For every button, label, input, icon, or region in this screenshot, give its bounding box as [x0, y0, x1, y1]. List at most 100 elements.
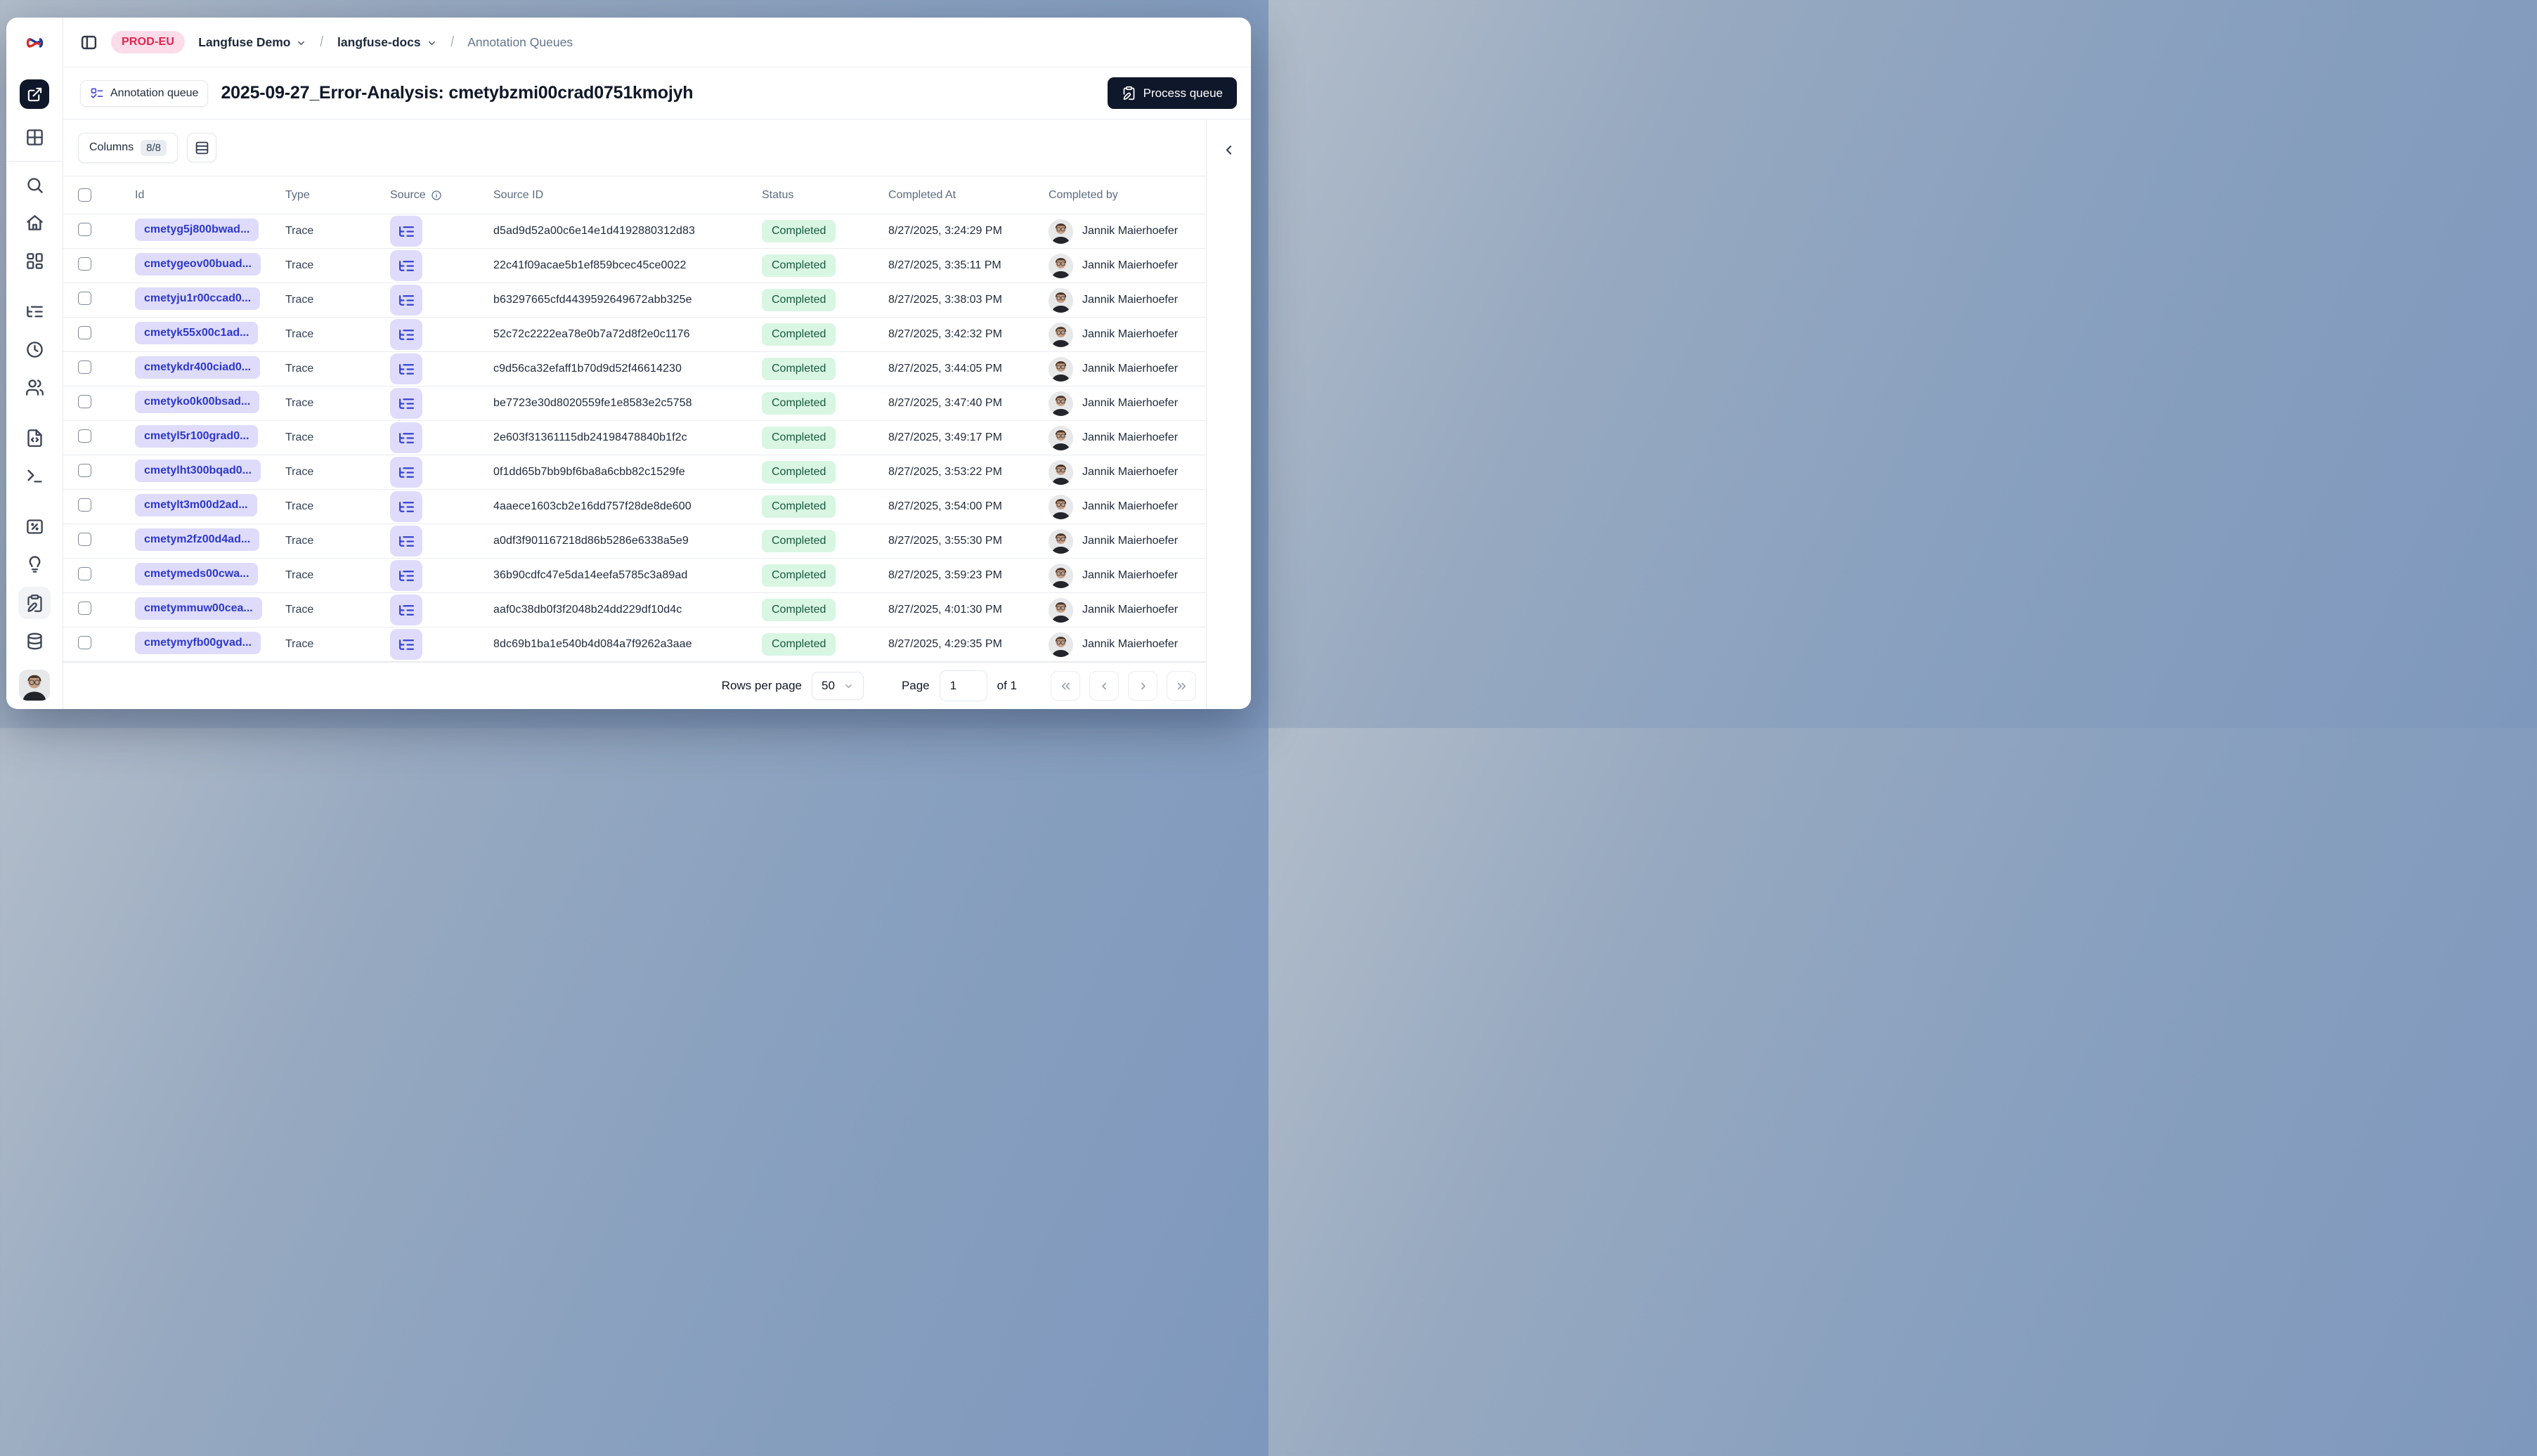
- table-row[interactable]: cmetygeov00buad... Trace 22c41f09acae5b1…: [63, 249, 1206, 283]
- row-source-link[interactable]: [390, 560, 422, 591]
- sidebar-item-evaluation[interactable]: [25, 517, 44, 536]
- column-header-status[interactable]: Status: [762, 189, 888, 202]
- table-row[interactable]: cmetyg5j800bwad... Trace d5ad9d52a00c6e1…: [63, 214, 1206, 249]
- breadcrumb-separator: /: [450, 34, 454, 50]
- row-source-link[interactable]: [390, 285, 422, 316]
- avatar-image: [1049, 288, 1073, 313]
- process-queue-button[interactable]: Process queue: [1107, 77, 1237, 109]
- avatar: [1049, 494, 1073, 519]
- row-source-link[interactable]: [390, 250, 422, 281]
- row-height-button[interactable]: [187, 133, 216, 162]
- avatar-image: [19, 670, 50, 701]
- table-row[interactable]: cmetylt3m00d2ad... Trace 4aaece1603cb2e1…: [63, 490, 1206, 524]
- row-source-id: 0f1dd65b7bb9bf6ba8a6cbb82c1529fe: [493, 466, 685, 478]
- table-row[interactable]: cmetykdr400ciad0... Trace c9d56ca32efaff…: [63, 352, 1206, 386]
- row-id-link[interactable]: cmetylt3m00d2ad...: [135, 493, 257, 516]
- rows-per-page-select[interactable]: 50: [812, 672, 864, 700]
- row-id-link[interactable]: cmetymyfb00gvad...: [135, 631, 261, 654]
- sidebar-item-users[interactable]: [25, 378, 44, 397]
- sidebar-item-prompts[interactable]: [25, 429, 44, 448]
- sidebar-item-datasets[interactable]: [25, 632, 44, 651]
- table-row[interactable]: cmetymyfb00gvad... Trace 8dc69b1ba1e540b…: [63, 628, 1206, 662]
- row-source-link[interactable]: [390, 388, 422, 419]
- row-id-link[interactable]: cmetyko0k00bsad...: [135, 390, 260, 413]
- row-source-link[interactable]: [390, 319, 422, 350]
- previous-page-button[interactable]: [1089, 671, 1119, 701]
- column-header-id[interactable]: Id: [135, 189, 285, 202]
- select-all-checkbox[interactable]: [78, 188, 91, 202]
- next-page-button[interactable]: [1128, 671, 1157, 701]
- row-checkbox[interactable]: [78, 429, 91, 443]
- row-checkbox[interactable]: [78, 464, 91, 477]
- row-source-link[interactable]: [390, 594, 422, 625]
- columns-button[interactable]: Columns 8/8: [78, 132, 178, 163]
- row-source-id: aaf0c38db0f3f2048b24dd229df10d4c: [493, 604, 682, 616]
- row-source-link[interactable]: [390, 491, 422, 522]
- page-number-input[interactable]: [939, 670, 987, 701]
- row-source-link[interactable]: [390, 216, 422, 247]
- table-row[interactable]: cmetyk55x00c1ad... Trace 52c72c2222ea78e…: [63, 318, 1206, 352]
- row-checkbox[interactable]: [78, 257, 91, 271]
- row-checkbox[interactable]: [78, 636, 91, 649]
- row-id-link[interactable]: cmetym2fz00d4ad...: [135, 528, 260, 551]
- collapse-panel-button[interactable]: [1217, 138, 1241, 162]
- row-type: Trace: [285, 328, 314, 340]
- sidebar-item-dashboards[interactable]: [25, 252, 44, 271]
- row-completed-by: Jannik Maierhoefer: [1082, 535, 1179, 547]
- column-header-source-id[interactable]: Source ID: [493, 189, 762, 202]
- row-checkbox[interactable]: [78, 326, 91, 339]
- sidebar-item-sessions[interactable]: [25, 340, 44, 359]
- breadcrumb-project[interactable]: langfuse-docs: [337, 35, 437, 50]
- table-row[interactable]: cmetyl5r100grad0... Trace 2e603f31361115…: [63, 421, 1206, 455]
- avatar: [1049, 632, 1073, 657]
- row-source-link[interactable]: [390, 629, 422, 660]
- row-source-link[interactable]: [390, 353, 422, 384]
- row-id-link[interactable]: cmetyk55x00c1ad...: [135, 321, 259, 344]
- row-source-link[interactable]: [390, 457, 422, 488]
- row-id-link[interactable]: cmetykdr400ciad0...: [135, 356, 261, 379]
- row-id-link[interactable]: cmetygeov00buad...: [135, 252, 261, 275]
- row-id-link[interactable]: cmetyl5r100grad0...: [135, 424, 259, 448]
- table-row[interactable]: cmetyju1r00ccad0... Trace b63297665cfd44…: [63, 283, 1206, 318]
- sidebar-item-tables[interactable]: [25, 128, 44, 147]
- row-id-link[interactable]: cmetymeds00cwa...: [135, 562, 259, 585]
- breadcrumb-organization[interactable]: Langfuse Demo: [198, 35, 306, 50]
- row-id-link[interactable]: cmetymmuw00cea...: [135, 597, 262, 620]
- sidebar-item-insights[interactable]: [25, 555, 44, 574]
- sidebar-item-tracing[interactable]: [25, 302, 44, 321]
- row-completed-at: 8/27/2025, 3:44:05 PM: [888, 363, 1002, 375]
- row-source-link[interactable]: [390, 422, 422, 453]
- sidebar-item-annotation-queues[interactable]: [18, 587, 51, 619]
- row-checkbox[interactable]: [78, 498, 91, 512]
- sidebar-item-playground[interactable]: [25, 467, 44, 486]
- table-row[interactable]: cmetym2fz00d4ad... Trace a0df3f901167218…: [63, 524, 1206, 559]
- row-checkbox[interactable]: [78, 567, 91, 580]
- row-checkbox[interactable]: [78, 395, 91, 408]
- row-checkbox[interactable]: [78, 602, 91, 615]
- column-header-completed-by[interactable]: Completed by: [1049, 189, 1206, 202]
- sidebar-item-search[interactable]: [25, 176, 44, 195]
- row-id-link[interactable]: cmetylht300bqad0...: [135, 459, 261, 482]
- row-source-id: 8dc69b1ba1e540b4d084a7f9262a3aae: [493, 638, 692, 650]
- table-row[interactable]: cmetylht300bqad0... Trace 0f1dd65b7bb9bf…: [63, 455, 1206, 490]
- row-checkbox[interactable]: [78, 292, 91, 305]
- first-page-button[interactable]: [1051, 671, 1080, 701]
- status-badge: Completed: [762, 633, 836, 656]
- sidebar-toggle-button[interactable]: [80, 34, 98, 51]
- row-checkbox[interactable]: [78, 533, 91, 546]
- row-checkbox[interactable]: [78, 223, 91, 236]
- user-avatar[interactable]: [19, 670, 50, 701]
- table-row[interactable]: cmetymeds00cwa... Trace 36b90cdfc47e5da1…: [63, 559, 1206, 593]
- column-header-completed-at[interactable]: Completed At: [888, 189, 1049, 202]
- row-id-link[interactable]: cmetyju1r00ccad0...: [135, 287, 261, 310]
- sidebar-item-launch[interactable]: [20, 79, 49, 109]
- sidebar-item-home[interactable]: [25, 214, 44, 233]
- row-source-link[interactable]: [390, 526, 422, 557]
- column-header-type[interactable]: Type: [285, 189, 390, 202]
- row-id-link[interactable]: cmetyg5j800bwad...: [135, 218, 259, 241]
- table-row[interactable]: cmetymmuw00cea... Trace aaf0c38db0f3f204…: [63, 593, 1206, 628]
- last-page-button[interactable]: [1167, 671, 1196, 701]
- row-checkbox[interactable]: [78, 360, 91, 374]
- column-header-source[interactable]: Source: [390, 189, 493, 202]
- table-row[interactable]: cmetyko0k00bsad... Trace be7723e30d80205…: [63, 386, 1206, 421]
